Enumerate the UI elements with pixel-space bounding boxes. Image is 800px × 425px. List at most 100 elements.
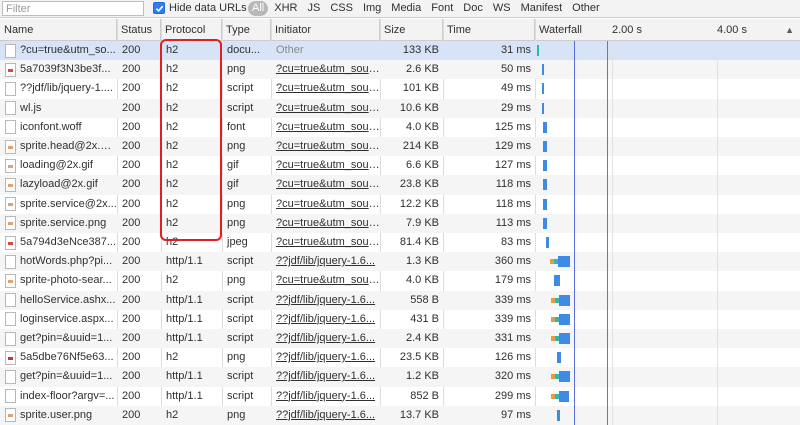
request-name-cell[interactable]: sprite.user.png <box>0 406 117 425</box>
table-row[interactable]: lazyload@2x.gif 200 h2 gif ?cu=true&utm_sour… <box>0 175 800 195</box>
type-filter-doc[interactable]: Doc <box>459 1 487 16</box>
request-name-cell[interactable]: loading@2x.gif <box>0 156 117 175</box>
column-header-initiator[interactable]: Initiator <box>271 19 380 41</box>
table-row[interactable]: loginservice.aspx... 200 http/1.1 script ??j… <box>0 310 800 329</box>
request-name-cell[interactable]: lazyload@2x.gif <box>0 175 117 194</box>
request-name-cell[interactable]: 5a7039f3N3be3f... <box>0 60 117 79</box>
waterfall-bar[interactable] <box>543 141 548 152</box>
table-row[interactable]: 5a5dbe76Nf5e63... 200 h2 png ??jdf/lib/jquer… <box>0 348 800 367</box>
waterfall-bar[interactable] <box>559 371 570 383</box>
type-filter-css[interactable]: CSS <box>326 1 357 16</box>
waterfall-bar[interactable] <box>543 217 547 229</box>
request-name-cell[interactable]: ??jdf/lib/jquery-1.... <box>0 79 117 98</box>
waterfall-bar[interactable] <box>541 102 544 114</box>
table-row[interactable]: wl.js 200 h2 script ?cu=true&utm_sour... 10.6… <box>0 98 800 118</box>
column-header-time[interactable]: Time <box>443 19 535 41</box>
type-filter-js[interactable]: JS <box>303 1 324 16</box>
waterfall-bar[interactable] <box>541 64 544 76</box>
request-initiator[interactable]: ?cu=true&utm_sour... <box>271 271 380 290</box>
request-initiator[interactable]: ??jdf/lib/jquery-1.6... <box>271 329 380 348</box>
request-name-cell[interactable]: sprite-photo-sear... <box>0 271 117 290</box>
request-initiator[interactable]: ?cu=true&utm_sour... <box>271 99 380 118</box>
request-initiator[interactable]: ??jdf/lib/jquery-1.6... <box>271 348 380 367</box>
waterfall-bar[interactable] <box>559 313 571 325</box>
table-row[interactable]: 5a794d3eNce387... 200 h2 jpeg ?cu=true&utm_s… <box>0 233 800 252</box>
waterfall-bar[interactable] <box>559 390 570 402</box>
request-name-cell[interactable]: ?cu=true&utm_so... <box>0 41 117 60</box>
table-row[interactable]: sprite.service@2x... 200 h2 png ?cu=true&utm… <box>0 195 800 214</box>
waterfall-bar[interactable] <box>537 45 539 56</box>
request-initiator[interactable]: ??jdf/lib/jquery-1.6... <box>271 406 380 425</box>
request-name-cell[interactable]: iconfont.woff <box>0 118 117 137</box>
type-filter-all[interactable]: All <box>248 1 269 16</box>
waterfall-bar[interactable] <box>556 409 560 421</box>
waterfall-bar[interactable] <box>559 294 571 306</box>
request-initiator[interactable]: ?cu=true&utm_sour... <box>271 60 380 79</box>
table-row[interactable]: index-floor?argv=... 200 http/1.1 script ??j… <box>0 387 800 406</box>
request-name-cell[interactable]: hotWords.php?pi... <box>0 252 117 271</box>
waterfall-bar[interactable] <box>543 121 548 133</box>
hide-data-urls-toggle[interactable]: Hide data URLs <box>153 2 247 14</box>
type-filter-xhr[interactable]: XHR <box>270 1 301 16</box>
sort-ascending-icon[interactable]: ▲ <box>785 19 794 41</box>
waterfall-bar[interactable] <box>556 352 561 364</box>
request-initiator[interactable]: ?cu=true&utm_sour... <box>271 156 380 175</box>
request-initiator[interactable]: ??jdf/lib/jquery-1.6... <box>271 252 380 271</box>
request-name-cell[interactable]: 5a794d3eNce387... <box>0 233 117 252</box>
column-header-size[interactable]: Size <box>380 19 443 41</box>
table-row[interactable]: iconfont.woff 200 h2 font ?cu=true&utm_sour.… <box>0 118 800 137</box>
request-initiator[interactable]: ??jdf/lib/jquery-1.6... <box>271 310 380 329</box>
request-initiator[interactable]: ??jdf/lib/jquery-1.6... <box>271 291 380 310</box>
column-header-waterfall[interactable]: Waterfall 2.00 s 4.00 s ▲ <box>535 19 800 41</box>
filter-input[interactable] <box>2 1 144 16</box>
table-row[interactable]: sprite.user.png 200 h2 png ??jdf/lib/jquery-… <box>0 405 800 425</box>
waterfall-bar[interactable] <box>546 237 549 248</box>
table-row[interactable]: ?cu=true&utm_so... 200 h2 docu... Other 133 K… <box>0 41 800 61</box>
request-name-cell[interactable]: wl.js <box>0 99 117 118</box>
column-header-type[interactable]: Type <box>222 19 271 41</box>
request-initiator[interactable]: ?cu=true&utm_sour... <box>271 137 380 156</box>
table-row[interactable]: hotWords.php?pi... 200 http/1.1 script ??jdf… <box>0 252 800 272</box>
request-initiator[interactable]: ?cu=true&utm_sour... <box>271 233 380 252</box>
waterfall-bar[interactable] <box>541 83 544 95</box>
table-row[interactable]: sprite.head@2x.png 200 h2 png ?cu=true&utm_s… <box>0 137 800 157</box>
request-name-cell[interactable]: sprite.service@2x... <box>0 195 117 214</box>
request-initiator[interactable]: ??jdf/lib/jquery-1.6... <box>271 387 380 406</box>
type-filter-ws[interactable]: WS <box>489 1 515 16</box>
type-filter-manifest[interactable]: Manifest <box>517 1 567 16</box>
waterfall-bar[interactable] <box>543 160 548 172</box>
checkbox-checked-icon[interactable] <box>153 2 165 14</box>
request-initiator[interactable]: ?cu=true&utm_sour... <box>271 175 380 194</box>
table-row[interactable]: helloService.ashx... 200 http/1.1 script ??j… <box>0 290 800 310</box>
type-filter-other[interactable]: Other <box>568 1 604 16</box>
column-header-protocol[interactable]: Protocol <box>161 19 222 41</box>
type-filter-media[interactable]: Media <box>387 1 425 16</box>
request-name-cell[interactable]: sprite.head@2x.png <box>0 137 117 156</box>
waterfall-bar[interactable] <box>557 256 570 268</box>
request-name-cell[interactable]: helloService.ashx... <box>0 291 117 310</box>
table-row[interactable]: loading@2x.gif 200 h2 gif ?cu=true&utm_sour.… <box>0 156 800 175</box>
column-header-name[interactable]: Name <box>0 19 117 41</box>
type-filter-img[interactable]: Img <box>359 1 385 16</box>
request-name-cell[interactable]: get?pin=&uuid=1... <box>0 329 117 348</box>
request-initiator[interactable]: ?cu=true&utm_sour... <box>271 79 380 98</box>
table-row[interactable]: sprite-photo-sear... 200 h2 png ?cu=true&utm… <box>0 271 800 290</box>
request-name-cell[interactable]: get?pin=&uuid=1... <box>0 367 117 386</box>
table-row[interactable]: get?pin=&uuid=1... 200 http/1.1 script ??jdf… <box>0 367 800 387</box>
table-row[interactable]: ??jdf/lib/jquery-1.... 200 h2 script ?cu=tru… <box>0 79 800 98</box>
request-name-cell[interactable]: loginservice.aspx... <box>0 310 117 329</box>
request-name-cell[interactable]: sprite.service.png <box>0 214 117 233</box>
table-row[interactable]: get?pin=&uuid=1... 200 http/1.1 script ??jdf… <box>0 329 800 349</box>
type-filter-font[interactable]: Font <box>427 1 457 16</box>
request-initiator[interactable]: ?cu=true&utm_sour... <box>271 118 380 137</box>
request-initiator[interactable]: ??jdf/lib/jquery-1.6... <box>271 367 380 386</box>
request-name-cell[interactable]: 5a5dbe76Nf5e63... <box>0 348 117 367</box>
request-initiator[interactable]: ?cu=true&utm_sour... <box>271 195 380 214</box>
request-name-cell[interactable]: index-floor?argv=... <box>0 387 117 406</box>
waterfall-bar[interactable] <box>543 198 547 210</box>
waterfall-bar[interactable] <box>553 275 560 287</box>
column-header-status[interactable]: Status <box>117 19 161 41</box>
waterfall-bar[interactable] <box>543 179 547 191</box>
request-initiator[interactable]: ?cu=true&utm_sour... <box>271 214 380 233</box>
table-row[interactable]: sprite.service.png 200 h2 png ?cu=true&utm_s… <box>0 213 800 233</box>
